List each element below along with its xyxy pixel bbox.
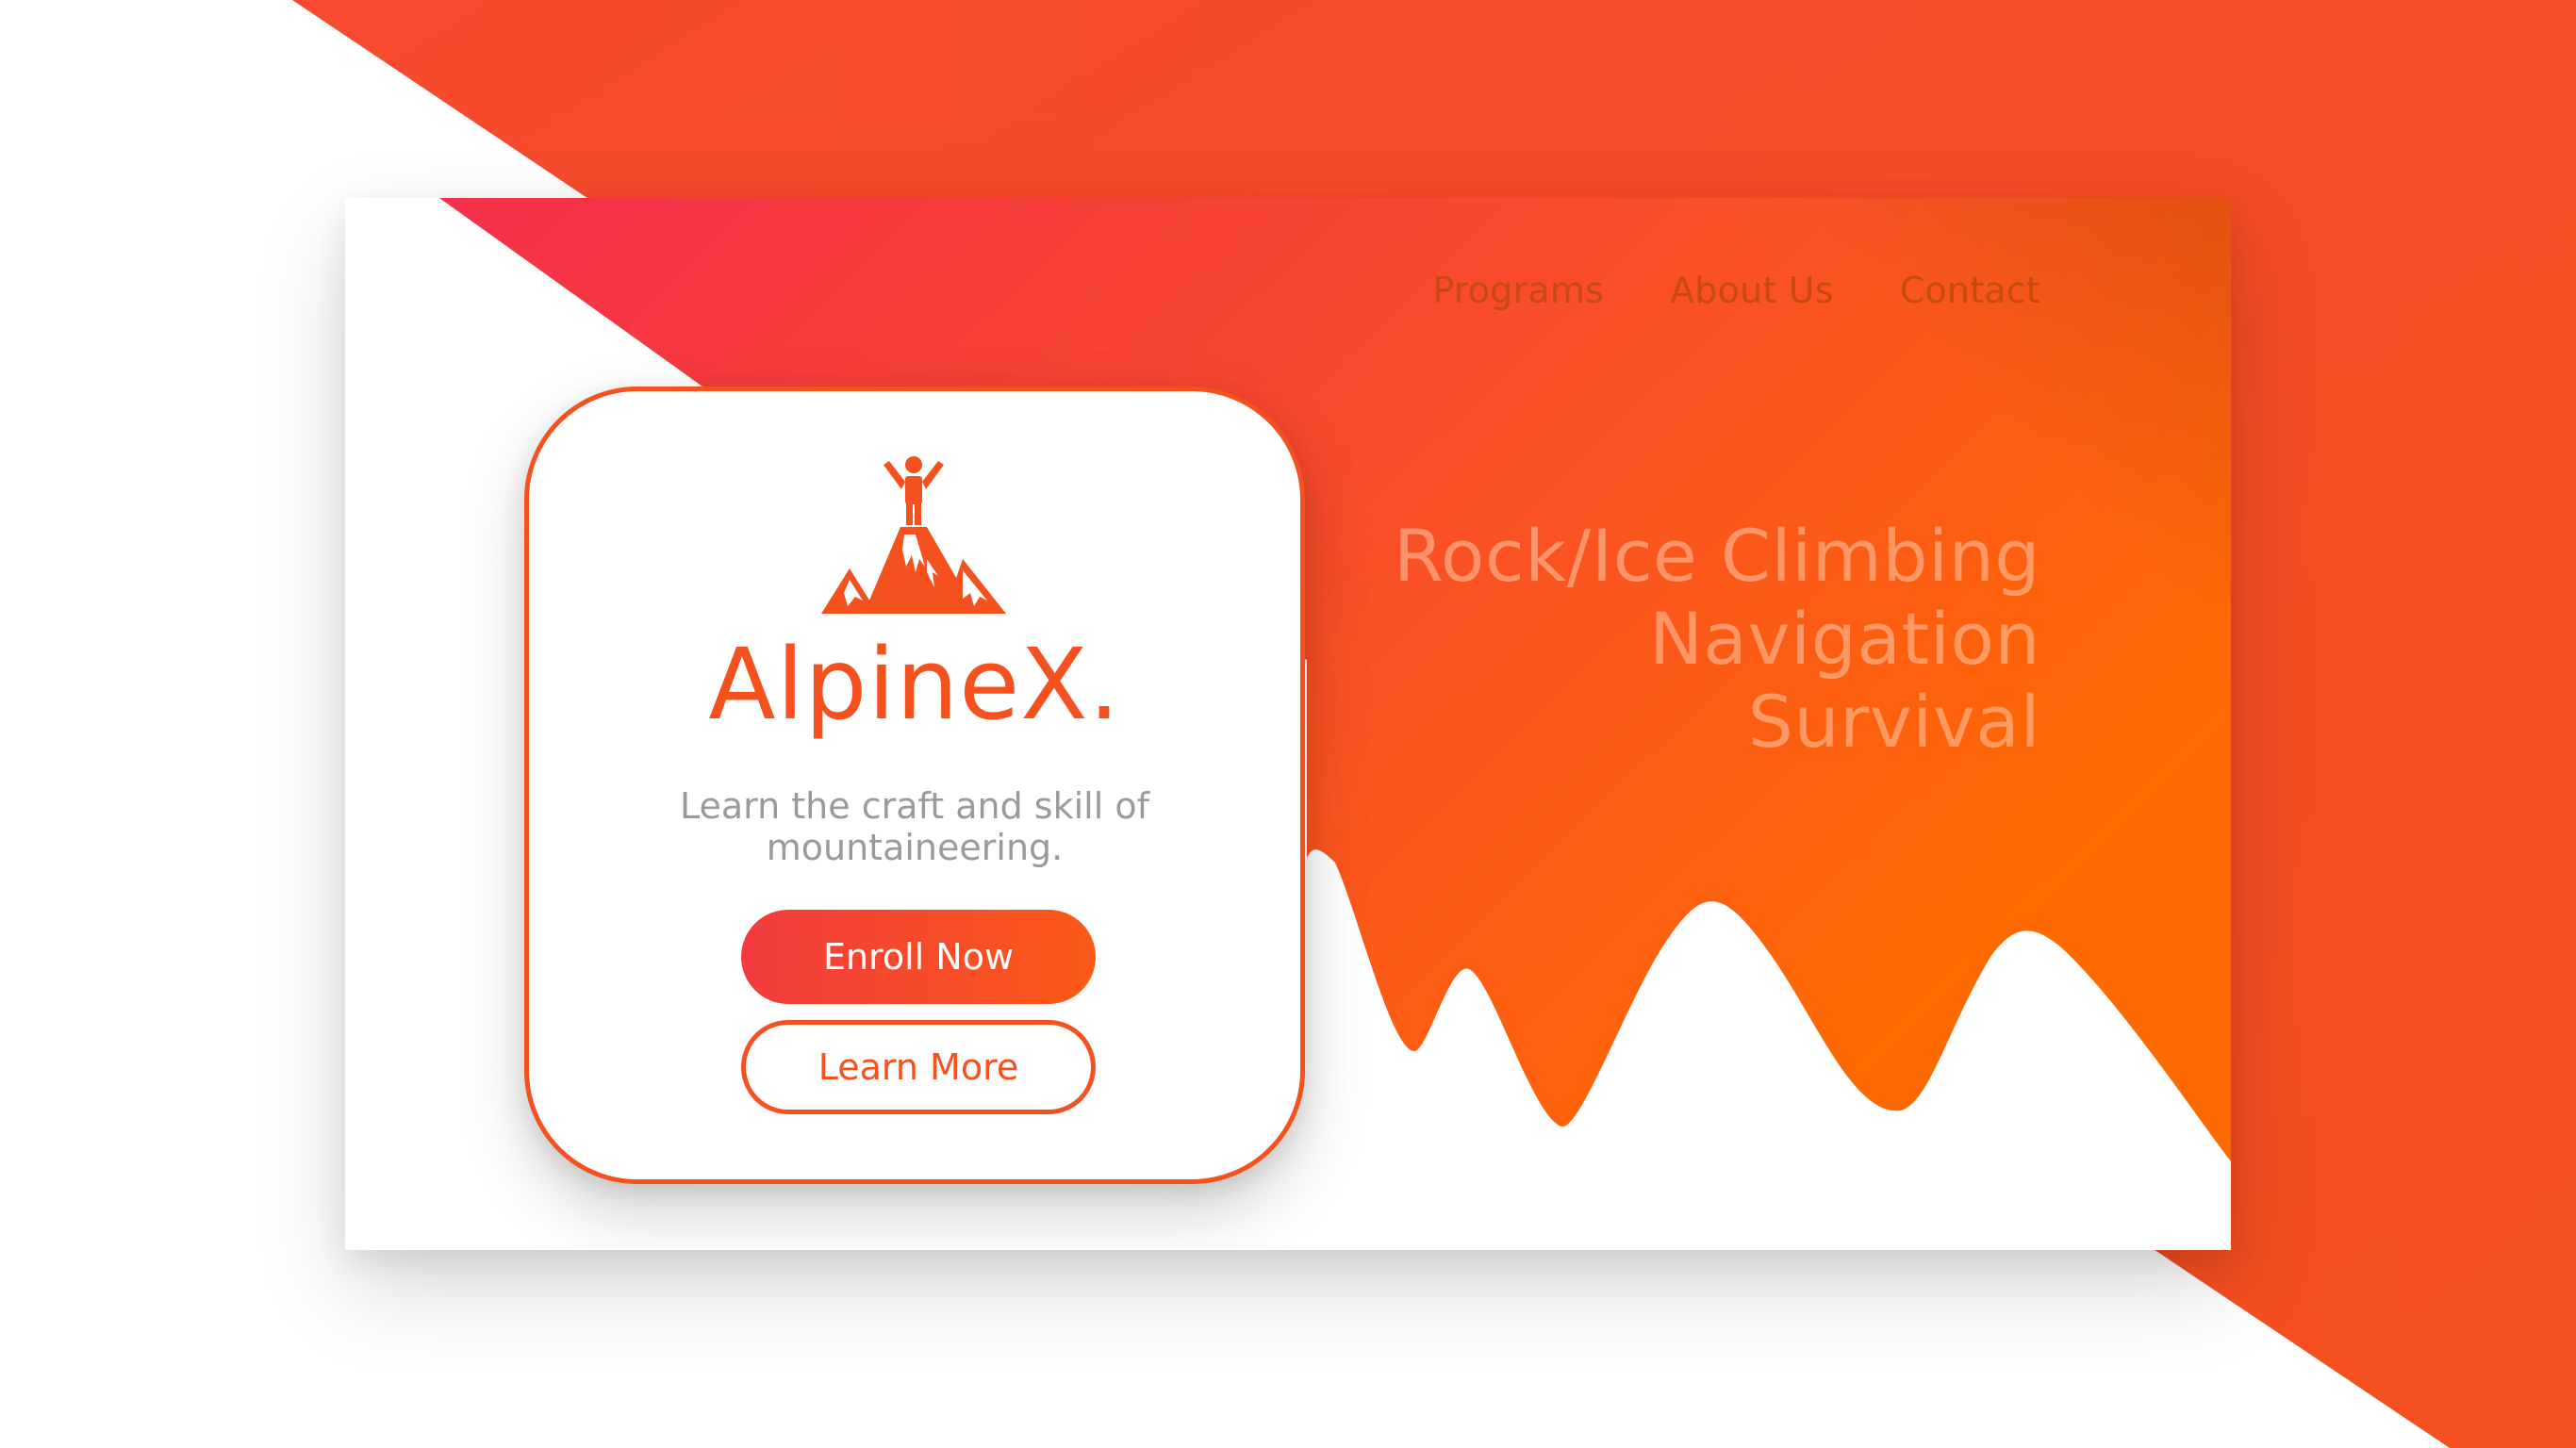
brand-name: AlpineX.	[708, 627, 1121, 742]
nav-link-contact[interactable]: Contact	[1900, 270, 2040, 311]
learn-more-button[interactable]: Learn More	[741, 1020, 1096, 1114]
hero-taglines: Rock/Ice Climbing Navigation Survival	[1394, 515, 2040, 764]
brand-card: AlpineX. Learn the craft and skill of mo…	[524, 387, 1305, 1184]
mountain-summit-person-icon	[821, 456, 1006, 614]
enroll-now-button[interactable]: Enroll Now	[741, 910, 1096, 1004]
stage: Programs About Us Contact Rock/Ice Climb…	[0, 0, 2576, 1448]
tagline-navigation: Navigation	[1649, 597, 2040, 681]
tagline-climbing: Rock/Ice Climbing	[1393, 514, 2040, 598]
tagline-survival: Survival	[1747, 680, 2040, 764]
landing-page-card: Programs About Us Contact Rock/Ice Climb…	[345, 198, 2231, 1250]
nav-link-about-us[interactable]: About Us	[1670, 270, 1834, 311]
top-navigation: Programs About Us Contact	[1432, 270, 2040, 311]
brand-description: Learn the craft and skill of mountaineer…	[680, 785, 1149, 868]
nav-link-programs[interactable]: Programs	[1432, 270, 1604, 311]
